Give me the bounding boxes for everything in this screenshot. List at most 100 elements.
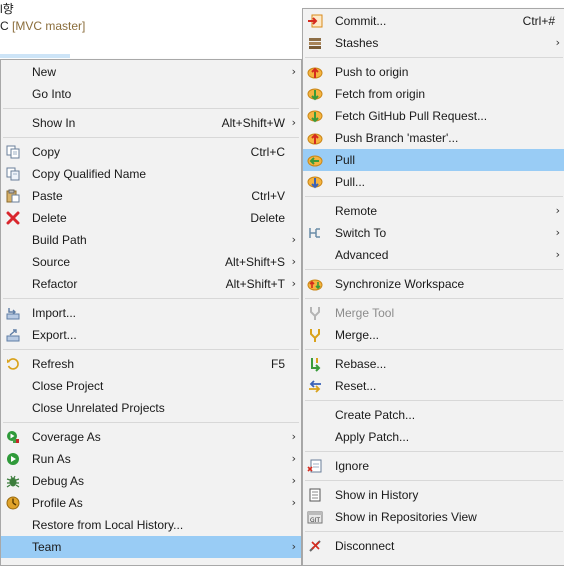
menu-item-build-path[interactable]: Build Path › (1, 229, 301, 251)
tree-label: l향 (0, 2, 14, 16)
menu-separator (3, 349, 299, 350)
submenu-arrow-icon: › (555, 226, 560, 239)
menu-item-label: Merge... (335, 328, 380, 342)
menu-item-label: Refactor (32, 277, 78, 291)
menu-item-delete[interactable]: Delete Delete (1, 207, 301, 229)
synchronize-icon (307, 276, 323, 292)
project-name: C (0, 19, 9, 33)
menu-item-ignore[interactable]: Ignore (303, 455, 564, 477)
menu-item-label: Close Unrelated Projects (32, 401, 165, 415)
menu-item-label: Coverage As (32, 430, 101, 444)
menu-item-copy[interactable]: Copy Ctrl+C (1, 141, 301, 163)
menu-item-restore-local-history[interactable]: Restore from Local History... (1, 514, 301, 536)
coverage-icon (5, 429, 21, 445)
menu-item-advanced[interactable]: Advanced › (303, 244, 564, 266)
menu-item-merge-tool[interactable]: Merge Tool (303, 302, 564, 324)
push-icon (307, 64, 323, 80)
menu-separator (305, 57, 563, 58)
export-icon (5, 327, 21, 343)
menu-item-close-unrelated-projects[interactable]: Close Unrelated Projects (1, 397, 301, 419)
menu-item-merge[interactable]: Merge... (303, 324, 564, 346)
submenu-arrow-icon: › (555, 204, 560, 217)
menu-item-label: Apply Patch... (335, 430, 410, 444)
menu-item-label: Create Patch... (335, 408, 416, 422)
menu-item-label: New (32, 65, 57, 79)
submenu-arrow-icon: › (291, 496, 296, 509)
menu-item-refactor[interactable]: Refactor Alt+Shift+T › (1, 273, 301, 295)
menu-item-pull[interactable]: Pull (303, 149, 564, 171)
menu-item-create-patch[interactable]: Create Patch... (303, 404, 564, 426)
menu-item-switch-to[interactable]: Switch To › (303, 222, 564, 244)
menu-item-run-as[interactable]: Run As › (1, 448, 301, 470)
menu-item-label: Refresh (32, 357, 75, 371)
menu-item-fetch-from-origin[interactable]: Fetch from origin (303, 83, 564, 105)
submenu-arrow-icon: › (291, 474, 296, 487)
menu-item-debug-as[interactable]: Debug As › (1, 470, 301, 492)
team-submenu: Commit... Ctrl+# Stashes › Push to origi… (302, 8, 564, 566)
submenu-arrow-icon: › (291, 116, 296, 129)
pull-icon (307, 152, 323, 168)
menu-item-coverage-as[interactable]: Coverage As › (1, 426, 301, 448)
disconnect-icon (307, 538, 323, 554)
menu-separator (305, 349, 563, 350)
menu-item-show-in-repositories[interactable]: GIT Show in Repositories View (303, 506, 564, 528)
menu-item-shortcut: Delete (250, 211, 285, 225)
menu-item-label: Export... (32, 328, 77, 342)
run-icon (5, 451, 21, 467)
menu-item-paste[interactable]: Paste Ctrl+V (1, 185, 301, 207)
fetch-icon (307, 86, 323, 102)
menu-item-shortcut: Ctrl+V (251, 189, 285, 203)
menu-item-close-project[interactable]: Close Project (1, 375, 301, 397)
menu-item-label: Import... (32, 306, 77, 320)
menu-separator (305, 531, 563, 532)
debug-icon (5, 473, 21, 489)
menu-item-push-to-origin[interactable]: Push to origin (303, 61, 564, 83)
rebase-icon (307, 356, 323, 372)
menu-item-team[interactable]: Team › (1, 536, 301, 558)
menu-item-label: Push Branch 'master'... (335, 131, 459, 145)
menu-item-profile-as[interactable]: Profile As › (1, 492, 301, 514)
menu-item-go-into[interactable]: Go Into (1, 83, 301, 105)
menu-item-label: Build Path (32, 233, 87, 247)
profile-icon (5, 495, 21, 511)
menu-item-stashes[interactable]: Stashes › (303, 32, 564, 54)
menu-item-label: Close Project (32, 379, 104, 393)
paste-icon (5, 188, 21, 204)
menu-item-rebase[interactable]: Rebase... (303, 353, 564, 375)
menu-item-shortcut: Ctrl+C (250, 145, 285, 159)
submenu-arrow-icon: › (555, 36, 560, 49)
menu-item-synchronize-workspace[interactable]: Synchronize Workspace (303, 273, 564, 295)
menu-separator (305, 400, 563, 401)
merge-tool-icon (307, 305, 323, 321)
menu-item-label: Pull... (335, 175, 366, 189)
menu-item-reset[interactable]: Reset... (303, 375, 564, 397)
menu-item-push-branch[interactable]: Push Branch 'master'... (303, 127, 564, 149)
menu-item-refresh[interactable]: Refresh F5 (1, 353, 301, 375)
ignore-icon (307, 458, 323, 474)
stash-icon (307, 35, 323, 51)
menu-item-label: Restore from Local History... (32, 518, 184, 532)
menu-item-show-in[interactable]: Show In Alt+Shift+W › (1, 112, 301, 134)
menu-item-remote[interactable]: Remote › (303, 200, 564, 222)
menu-item-show-in-history[interactable]: Show in History (303, 484, 564, 506)
menu-item-shortcut: Alt+Shift+S (224, 255, 285, 269)
menu-item-label: Advanced (335, 248, 389, 262)
menu-item-label: Fetch from origin (335, 87, 426, 101)
menu-item-copy-qualified-name[interactable]: Copy Qualified Name (1, 163, 301, 185)
menu-item-import[interactable]: Import... (1, 302, 301, 324)
menu-item-new[interactable]: New › (1, 61, 301, 83)
import-icon (5, 305, 21, 321)
menu-item-commit[interactable]: Commit... Ctrl+# (303, 10, 564, 32)
menu-separator (3, 298, 299, 299)
pull-dialog-icon (307, 174, 323, 190)
menu-item-source[interactable]: Source Alt+Shift+S › (1, 251, 301, 273)
menu-item-export[interactable]: Export... (1, 324, 301, 346)
menu-item-fetch-github-pr[interactable]: Fetch GitHub Pull Request... (303, 105, 564, 127)
menu-item-label: Synchronize Workspace (335, 277, 465, 291)
menu-item-disconnect[interactable]: Disconnect (303, 535, 564, 557)
menu-item-pull-dialog[interactable]: Pull... (303, 171, 564, 193)
delete-icon (5, 210, 21, 226)
copy-qualified-icon (5, 166, 21, 182)
menu-item-apply-patch[interactable]: Apply Patch... (303, 426, 564, 448)
project-tree-row-selected[interactable]: C [MVC master] (0, 19, 85, 33)
